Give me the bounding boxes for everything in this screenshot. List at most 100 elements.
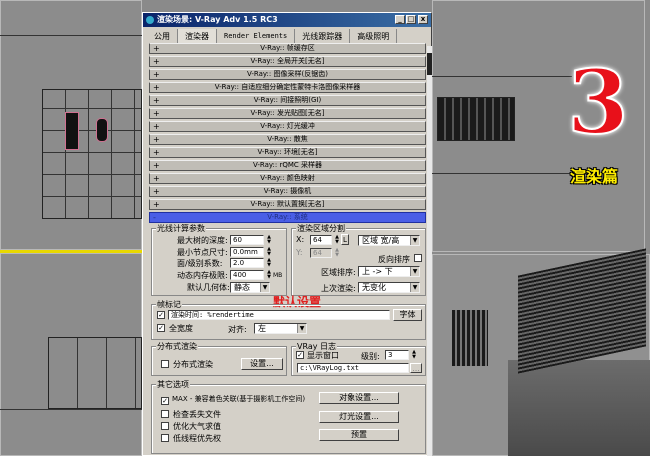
reverse-order-checkbox[interactable] xyxy=(414,254,422,262)
full-width-checkbox[interactable]: ✓ xyxy=(157,324,165,332)
max-depth-label: 最大树的深度: xyxy=(177,236,228,245)
elevation-wireframe xyxy=(48,337,142,409)
rollout-label: V-Ray:: 发光贴图[无名] xyxy=(250,109,325,117)
show-window-checkbox[interactable]: ✓ xyxy=(296,351,304,359)
side-wireframe xyxy=(437,97,515,141)
rollout-label: V-Ray:: 图像采样(反锯齿) xyxy=(247,70,328,78)
face-level-spinner[interactable]: ▲ ▼ xyxy=(266,258,272,268)
wire-line xyxy=(0,409,142,410)
min-leaf-label: 最小节点尺寸: xyxy=(177,248,228,257)
wire-line xyxy=(432,173,572,174)
tab-render-elements[interactable]: Render Elements xyxy=(217,29,296,44)
font-button[interactable]: 字体 xyxy=(393,309,422,321)
tab-common[interactable]: 公用 xyxy=(147,29,178,44)
perspective-wireframe xyxy=(452,310,488,366)
rollout-header[interactable]: + V-Ray:: rQMC 采样器 xyxy=(149,160,426,171)
rollout-header[interactable]: + V-Ray:: 灯光缓冲 xyxy=(149,121,426,132)
render-scene-dialog: 渲染场景: V-Ray Adv 1.5 RC3 _ □ x 公用 渲染器 Ren… xyxy=(142,12,432,456)
reverse-order-label: 反向排序 xyxy=(378,255,410,264)
chevron-down-icon: ▼ xyxy=(410,267,419,276)
scrollbar[interactable] xyxy=(427,46,432,456)
app-icon xyxy=(146,16,154,24)
optimize-atm-checkbox[interactable] xyxy=(161,422,169,430)
chevron-down-icon: ▼ xyxy=(410,236,419,245)
window-title: 渲染场景: V-Ray Adv 1.5 RC3 xyxy=(157,15,278,24)
expand-icon: + xyxy=(153,57,160,66)
max-compat-checkbox[interactable]: ✓ xyxy=(161,397,169,405)
presets-button[interactable]: 预置 xyxy=(319,429,399,441)
min-leaf-spinner[interactable]: ▲ ▼ xyxy=(266,247,272,257)
region-order-dropdown[interactable]: 上 -> 下 ▼ xyxy=(358,266,420,277)
object-settings-button[interactable]: 对象设置... xyxy=(319,392,399,404)
expand-icon: + xyxy=(153,148,160,157)
max-compat-label: MAX - 兼容着色关联(基于摄影机工作空间) xyxy=(172,395,306,403)
low-priority-checkbox[interactable] xyxy=(161,434,169,442)
rollout-header[interactable]: + V-Ray:: 摄像机 xyxy=(149,186,426,197)
rollout-label: V-Ray:: 间接照明(GI) xyxy=(253,96,322,104)
face-level-input[interactable]: 2.0 xyxy=(230,258,264,268)
wire-line xyxy=(432,76,572,77)
log-browse-button[interactable]: ... xyxy=(410,363,422,373)
rollout-label: V-Ray:: 散焦 xyxy=(267,135,308,143)
rollout-label: V-Ray:: 默认置换[无名] xyxy=(250,200,325,208)
mem-limit-label: 动态内存极限: xyxy=(177,271,228,280)
distributed-settings-button[interactable]: 设置... xyxy=(241,358,283,370)
log-level-spinner[interactable]: ▲ ▼ xyxy=(411,350,417,360)
max-depth-spinner[interactable]: ▲ ▼ xyxy=(266,235,272,245)
tab-advanced-lighting[interactable]: 高级照明 xyxy=(350,29,398,44)
chevron-down-icon: ▼ xyxy=(297,324,306,333)
maximize-button[interactable]: □ xyxy=(406,15,416,24)
rollout-label: V-Ray:: 全局开关[无名] xyxy=(250,57,325,65)
min-leaf-input[interactable]: 0.0mm xyxy=(230,247,264,257)
rollout-header[interactable]: + V-Ray:: 散焦 xyxy=(149,134,426,145)
geometry-dropdown[interactable]: 静态 ▼ xyxy=(230,282,270,293)
log-path-input[interactable]: c:\VRayLog.txt xyxy=(297,363,409,373)
region-x-spinner[interactable]: ▲ ▼ xyxy=(334,235,340,245)
title-bar[interactable]: 渲染场景: V-Ray Adv 1.5 RC3 _ □ x xyxy=(143,13,431,27)
region-x-input[interactable]: 64 xyxy=(310,235,332,245)
rollout-header[interactable]: + V-Ray:: 发光贴图[无名] xyxy=(149,108,426,119)
region-y-input[interactable]: 64 xyxy=(310,248,332,258)
minimize-button[interactable]: _ xyxy=(395,15,405,24)
region-y-spinner[interactable]: ▲ ▼ xyxy=(334,248,340,258)
rollout-header[interactable]: + V-Ray:: 帧缓存区 xyxy=(149,43,426,54)
chapter-caption: 渲染篇 xyxy=(570,167,619,186)
rollout-label: V-Ray:: 环境[无名] xyxy=(257,148,318,156)
chevron-down-icon: ▼ xyxy=(260,283,269,292)
region-mode-dropdown[interactable]: 区域 宽/高 ▼ xyxy=(358,235,420,246)
log-level-input[interactable]: 3 xyxy=(385,350,409,360)
rollout-header[interactable]: + V-Ray:: 环境[无名] xyxy=(149,147,426,158)
close-button[interactable]: x xyxy=(418,15,428,24)
expand-icon: + xyxy=(153,187,160,196)
furniture-wireframe xyxy=(96,118,108,142)
rollout-label: V-Ray:: 颜色映射 xyxy=(260,174,315,182)
rollout-header[interactable]: + V-Ray:: 默认置换[无名] xyxy=(149,199,426,210)
expand-icon: + xyxy=(153,83,160,92)
tab-raytracer[interactable]: 光线跟踪器 xyxy=(295,29,351,44)
distributed-render-checkbox[interactable] xyxy=(161,360,169,368)
check-missing-checkbox[interactable] xyxy=(161,410,169,418)
mem-limit-input[interactable]: 400 xyxy=(230,270,264,280)
rollout-system[interactable]: - V-Ray:: 系统 xyxy=(149,212,426,223)
region-lock-button[interactable]: L xyxy=(341,234,349,245)
mem-limit-spinner[interactable]: ▲ ▼ xyxy=(266,270,272,280)
align-dropdown[interactable]: 左 ▼ xyxy=(254,323,307,334)
rollout-header[interactable]: + V-Ray:: 颜色映射 xyxy=(149,173,426,184)
show-window-label: 显示窗口 xyxy=(307,351,339,360)
max-depth-input[interactable]: 60 xyxy=(230,235,264,245)
region-order-label: 区域排序: xyxy=(321,268,356,277)
frame-stamp-text-input[interactable]: 渲染时间: %rendertime xyxy=(168,310,390,320)
previous-render-dropdown[interactable]: 无变化 ▼ xyxy=(358,282,420,293)
rollout-header[interactable]: + V-Ray:: 图像采样(反锯齿) xyxy=(149,69,426,80)
rollout-header[interactable]: + V-Ray:: 自适应细分确定性蒙特卡洛图像采样器 xyxy=(149,82,426,93)
rollout-header[interactable]: + V-Ray:: 间接照明(GI) xyxy=(149,95,426,106)
light-settings-button[interactable]: 灯光设置... xyxy=(319,411,399,423)
geometry-label: 默认几何体: xyxy=(187,283,230,292)
region-y-label: Y: xyxy=(296,248,303,257)
tab-renderer[interactable]: 渲染器 xyxy=(178,29,217,44)
expand-icon: + xyxy=(153,135,160,144)
scrollbar-thumb[interactable] xyxy=(427,53,432,75)
frame-stamp-checkbox[interactable]: ✓ xyxy=(157,311,165,319)
face-level-label: 面/级别系数: xyxy=(177,259,223,268)
rollout-header[interactable]: + V-Ray:: 全局开关[无名] xyxy=(149,56,426,67)
